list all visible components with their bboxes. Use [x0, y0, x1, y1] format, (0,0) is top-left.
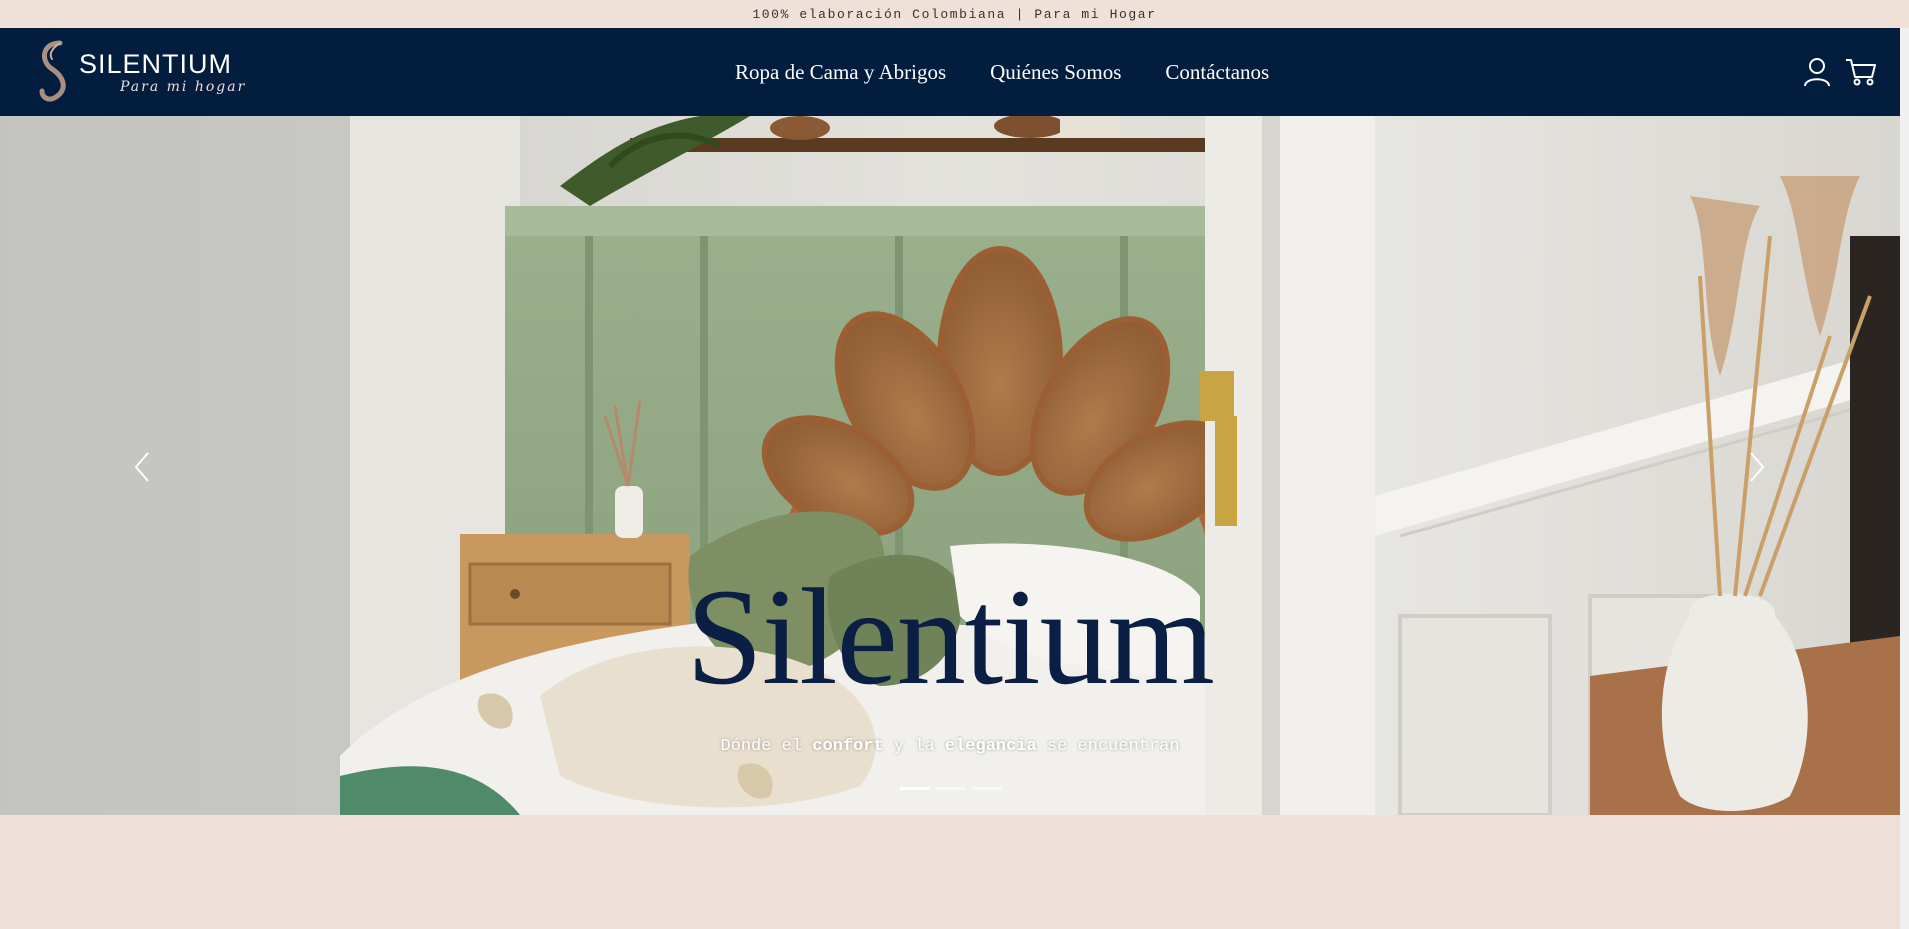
hero-slider: Silentium Dónde el confort y la eleganci… [0, 116, 1900, 815]
header-actions [1801, 28, 1877, 116]
page: 100% elaboración Colombiana | Para mi Ho… [0, 0, 1909, 929]
hero-subtitle-part-5: se encuentran [1036, 737, 1180, 756]
nav-link-ropa-de-cama[interactable]: Ropa de Cama y Abrigos [735, 60, 946, 85]
page-scrollbar[interactable] [1900, 28, 1909, 929]
slider-dots [900, 787, 1002, 790]
hero-subtitle-elegancia: elegancia [944, 737, 1037, 756]
user-icon [1804, 58, 1830, 87]
cart-icon [1846, 59, 1876, 86]
announcement-bar: 100% elaboración Colombiana | Para mi Ho… [0, 0, 1909, 28]
site-logo[interactable]: SILENTIUM Para mi hogar [34, 39, 244, 105]
hero-title: Silentium [686, 560, 1215, 713]
slider-next-button[interactable] [1741, 447, 1771, 487]
slider-prev-button[interactable] [128, 447, 158, 487]
nav-link-quienes-somos[interactable]: Quiénes Somos [990, 60, 1121, 85]
site-header: SILENTIUM Para mi hogar Ropa de Cama y A… [0, 28, 1909, 116]
hero-subtitle-part-1: Dónde el [720, 737, 813, 756]
slider-dot-3[interactable] [972, 787, 1002, 790]
nav-link-contactanos[interactable]: Contáctanos [1165, 60, 1269, 85]
hero-subtitle-confort: confort [812, 737, 884, 756]
slider-dot-2[interactable] [936, 787, 966, 790]
account-button[interactable] [1801, 56, 1833, 88]
cart-button[interactable] [1845, 56, 1877, 88]
hero-subtitle-part-3: y la [883, 737, 945, 756]
logo-swirl-icon [39, 40, 66, 102]
announcement-text: 100% elaboración Colombiana | Para mi Ho… [752, 6, 1157, 22]
logo-name: SILENTIUM [79, 49, 233, 79]
main-nav: Ropa de Cama y Abrigos Quiénes Somos Con… [735, 28, 1269, 116]
chevron-left-icon [134, 452, 149, 482]
hero-subtitle: Dónde el confort y la elegancia se encue… [0, 737, 1900, 756]
slider-dot-1[interactable] [900, 787, 930, 790]
chevron-right-icon [1750, 452, 1765, 482]
logo-tagline: Para mi hogar [120, 79, 247, 95]
